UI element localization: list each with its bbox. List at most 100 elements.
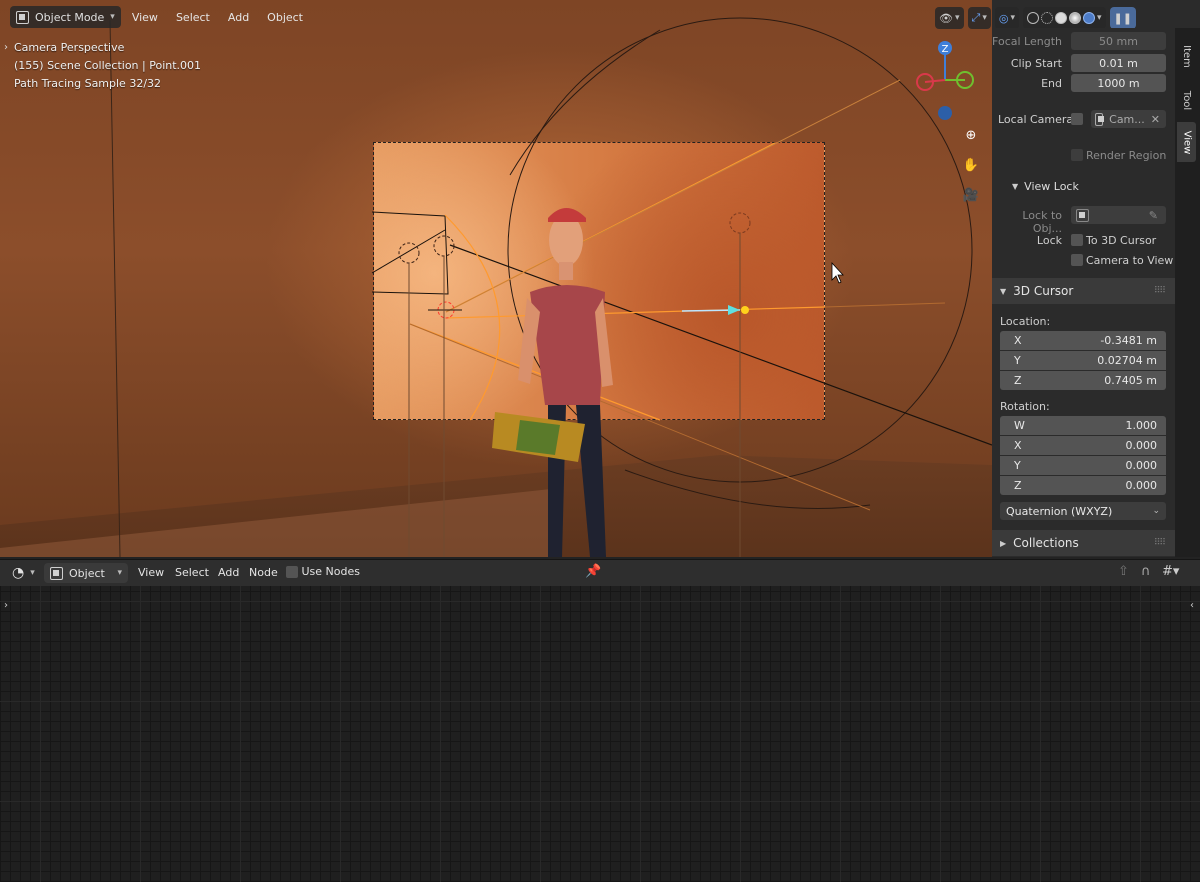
menu-view[interactable]: View: [138, 566, 164, 579]
3d-viewport[interactable]: Object Mode ▾ View Select Add Object › C…: [0, 0, 992, 557]
axis-label: Y: [1014, 459, 1021, 472]
tab-view[interactable]: View: [1177, 122, 1196, 162]
view-lock-title: View Lock: [1024, 179, 1079, 193]
rendered-shading-icon[interactable]: [1082, 12, 1095, 24]
rotation-w-field[interactable]: W 1.000: [1000, 416, 1166, 435]
tab-item-label: Item: [1181, 44, 1193, 68]
menu-object[interactable]: Object: [260, 11, 310, 24]
scene-collection-text: (155) Scene Collection | Point.001: [14, 59, 202, 72]
menu-select[interactable]: Select: [169, 11, 217, 24]
sidebar-expand-icon[interactable]: ‹: [1190, 600, 1194, 611]
rotation-mode-value: Quaternion (WXYZ): [1006, 504, 1113, 518]
node-editor-canvas[interactable]: › ‹: [0, 586, 1200, 882]
overlay-toggle[interactable]: ◎ ▾: [994, 7, 1019, 29]
expanded-triangle-icon: ▼: [1012, 181, 1019, 191]
toolbar-expand-icon[interactable]: ›: [4, 42, 8, 53]
collapsed-triangle-icon: ▶: [1000, 538, 1007, 548]
menu-node[interactable]: Node: [249, 566, 278, 579]
lock-label: Lock: [1036, 234, 1062, 247]
mode-label: Object Mode: [35, 10, 105, 24]
gizmo-toggle[interactable]: ⤢ ▾: [967, 7, 991, 29]
menu-select[interactable]: Select: [175, 566, 209, 579]
render-region-label: Render Region: [1086, 149, 1167, 162]
camera-to-view-label: Camera to View: [1086, 254, 1174, 267]
chevron-down-icon: ▾: [1010, 13, 1015, 23]
render-region-checkbox[interactable]: [1071, 149, 1083, 161]
menu-view[interactable]: View: [125, 11, 165, 24]
axis-label: W: [1014, 419, 1025, 432]
local-camera-value: Cam...: [1109, 112, 1145, 126]
axis-value: 1.000: [1125, 419, 1158, 432]
3d-cursor-title: 3D Cursor: [1013, 284, 1074, 298]
overlay-icon: ◎: [998, 11, 1009, 25]
solid-shading-icon[interactable]: [1054, 12, 1067, 24]
location-x-field[interactable]: X -0.3481 m: [1000, 331, 1166, 350]
parent-node-tree-icon[interactable]: ⇧: [1118, 564, 1129, 579]
chevron-down-icon: ▾: [954, 13, 960, 23]
use-nodes-toggle[interactable]: Use Nodes: [286, 565, 360, 578]
collections-title: Collections: [1013, 536, 1079, 550]
to-3d-cursor-label: To 3D Cursor: [1086, 234, 1157, 247]
rotation-x-field[interactable]: X 0.000: [1000, 436, 1166, 455]
zoom-icon[interactable]: ⊕: [959, 123, 983, 147]
use-nodes-checkbox[interactable]: [286, 566, 298, 578]
to-3d-cursor-checkbox[interactable]: [1071, 234, 1083, 246]
pin-icon[interactable]: 📌: [585, 564, 601, 579]
axis-label: Z: [1014, 479, 1022, 492]
location-y-field[interactable]: Y 0.02704 m: [1000, 351, 1166, 370]
tab-item[interactable]: Item: [1177, 34, 1196, 78]
sidebar-toggle[interactable]: ❚❚: [1109, 7, 1136, 29]
axis-value: 0.000: [1125, 439, 1158, 452]
shading-modes[interactable]: ▾: [1022, 7, 1106, 29]
object-icon: [1095, 112, 1105, 126]
node-editor-header: ◔ ▾ Object ▾ View Select Add Node Use No…: [0, 559, 1200, 586]
drag-handle-icon[interactable]: ⠿⠿: [1154, 286, 1166, 296]
local-camera-field[interactable]: Cam... ✕: [1091, 110, 1166, 128]
local-camera-checkbox[interactable]: [1071, 113, 1083, 125]
pause-icon: ❚❚: [1113, 11, 1132, 25]
xray-icon[interactable]: [1026, 12, 1039, 24]
toolbar-expand-icon[interactable]: ›: [4, 600, 8, 611]
mode-selector[interactable]: Object Mode ▾: [10, 6, 121, 28]
eyedropper-icon[interactable]: ✎: [1149, 209, 1158, 222]
snap-grid-icon[interactable]: #▾: [1162, 564, 1179, 579]
sidebar-tabs: Item Tool View: [1175, 28, 1200, 557]
editor-type-selector[interactable]: ◔ ▾: [10, 563, 37, 583]
clip-start-field[interactable]: 0.01 m: [1071, 54, 1166, 72]
chevron-down-icon: ▾: [30, 568, 35, 578]
camera-view-icon[interactable]: 🎥: [959, 183, 983, 207]
clip-end-field[interactable]: 1000 m: [1071, 74, 1166, 92]
axis-label: X: [1014, 334, 1022, 347]
expanded-triangle-icon: ▼: [1000, 286, 1007, 296]
rotation-y-field[interactable]: Y 0.000: [1000, 456, 1166, 475]
shader-type-select[interactable]: Object ▾: [44, 563, 128, 583]
rotation-mode-select[interactable]: Quaternion (WXYZ) ⌄: [1000, 502, 1166, 520]
location-label: Location:: [1000, 315, 1051, 328]
lock-to-object-field[interactable]: ✎: [1071, 206, 1166, 224]
wireframe-shading-icon[interactable]: [1040, 12, 1053, 24]
clear-icon[interactable]: ✕: [1151, 113, 1160, 126]
navigation-gizmo[interactable]: Z: [905, 38, 985, 124]
focal-length-field[interactable]: 50 mm: [1071, 32, 1166, 50]
object-icon: [1076, 208, 1089, 222]
drag-handle-icon[interactable]: ⠿⠿: [1154, 538, 1166, 548]
render-sample-text: Path Tracing Sample 32/32: [14, 77, 162, 90]
visibility-icon: 👁: [939, 11, 953, 25]
tab-tool[interactable]: Tool: [1177, 80, 1196, 120]
snap-icon[interactable]: ∩: [1141, 564, 1151, 579]
collections-panel-header[interactable]: ▶ Collections ⠿⠿: [992, 530, 1175, 556]
3d-cursor-panel-header[interactable]: ▼ 3D Cursor ⠿⠿: [992, 278, 1175, 304]
visibility-toggle[interactable]: 👁 ▾: [935, 7, 964, 29]
view-lock-header[interactable]: ▼ View Lock: [992, 176, 1175, 196]
menu-add[interactable]: Add: [221, 11, 256, 24]
camera-to-view-checkbox[interactable]: [1071, 254, 1083, 266]
pan-hand-icon[interactable]: ✋: [959, 153, 983, 177]
rotation-z-field[interactable]: Z 0.000: [1000, 476, 1166, 495]
location-z-field[interactable]: Z 0.7405 m: [1000, 371, 1166, 390]
lock-to-object-label: Lock to Obj...: [1022, 209, 1062, 235]
menu-add[interactable]: Add: [218, 566, 239, 579]
material-shading-icon[interactable]: [1068, 12, 1081, 24]
axis-label: Z: [1014, 374, 1022, 387]
object-icon: [50, 566, 63, 580]
use-nodes-label: Use Nodes: [301, 565, 361, 578]
